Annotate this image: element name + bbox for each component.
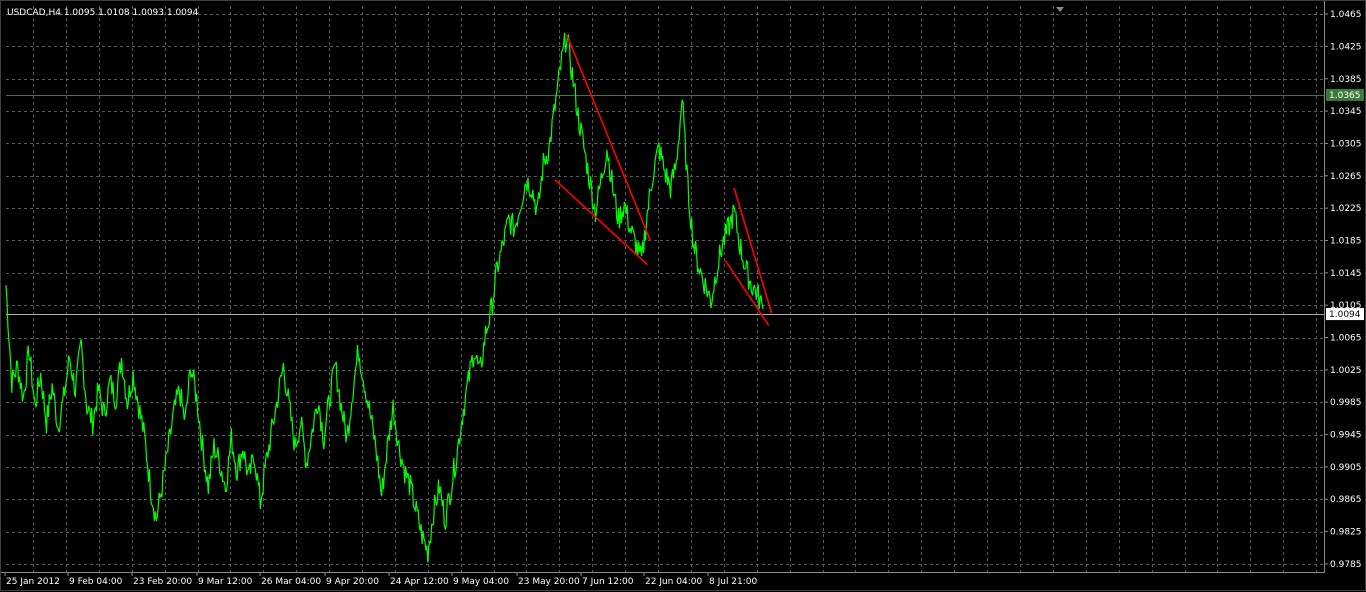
trendline-0[interactable]: [565, 33, 652, 241]
time-tick-label: 25 Jan 2012: [6, 577, 60, 587]
horizontal-lines: [6, 95, 1325, 315]
time-tick-label: 9 May 04:00: [453, 577, 509, 587]
price-tick-label: 0.9905: [1330, 463, 1362, 473]
price-chart[interactable]: 1.0465 1.0425 1.0385 1.0345 1.0305 1.0265 1.02…: [1, 1, 1366, 592]
chart-grid: [6, 6, 1323, 572]
price-axis[interactable]: 1.0465 1.0425 1.0385 1.0345 1.0305 1.0265 1.02…: [1324, 1, 1362, 572]
price-tick-label: 0.9865: [1330, 495, 1362, 505]
price-tick-label: 0.9825: [1330, 528, 1362, 538]
price-tick-label: 1.0225: [1330, 204, 1362, 214]
time-tick-label: 26 Mar 04:00: [261, 577, 321, 587]
time-tick-label: 22 Jun 04:00: [645, 577, 702, 587]
time-tick-label: 23 May 20:00: [518, 577, 580, 587]
chart-shift-marker-icon[interactable]: [1056, 7, 1064, 12]
trendlines: [554, 33, 773, 326]
trendline-1[interactable]: [554, 179, 648, 266]
price-tick-label: 1.0465: [1330, 10, 1362, 20]
price-tick-label: 1.0385: [1330, 75, 1362, 85]
price-tick-label: 1.0425: [1330, 42, 1362, 52]
time-tick-label: 9 Mar 12:00: [198, 577, 253, 587]
time-tick-label: 7 Jun 12:00: [582, 577, 634, 587]
price-tick-label: 1.0305: [1330, 139, 1362, 149]
price-tick-label: 1.0025: [1330, 366, 1362, 376]
price-tick-label: 0.9785: [1330, 560, 1362, 570]
level-price-tag-label: 1.0365: [1329, 91, 1361, 101]
price-tick-label: 0.9945: [1330, 431, 1362, 441]
time-tick-label: 24 Apr 12:00: [390, 577, 449, 587]
price-tick-label: 1.0145: [1330, 269, 1362, 279]
time-tick-label: 9 Apr 20:00: [326, 577, 379, 587]
time-tick-label: 23 Feb 20:00: [133, 577, 192, 587]
price-line: [5, 32, 764, 563]
chart-window[interactable]: 1.0465 1.0425 1.0385 1.0345 1.0305 1.0265 1.02…: [0, 0, 1366, 591]
trendline-3[interactable]: [724, 260, 770, 326]
price-tick-label: 1.0065: [1330, 334, 1362, 344]
bid-price-tag-label: 1.0094: [1329, 310, 1361, 320]
price-series: [5, 32, 764, 563]
time-axis[interactable]: 25 Jan 2012 9 Feb 04:00 23 Feb 20:00 9 Mar …: [1, 572, 1325, 587]
price-tick-label: 0.9985: [1330, 398, 1362, 408]
price-tick-label: 1.0185: [1330, 236, 1362, 246]
price-tick-label: 1.0345: [1330, 107, 1362, 117]
price-tick-label: 1.0265: [1330, 172, 1362, 182]
time-tick-label: 8 Jul 21:00: [709, 577, 758, 587]
time-tick-label: 9 Feb 04:00: [69, 577, 123, 587]
symbol-title: USDCAD,H4 1.0095 1.0108 1.0093 1.0094: [7, 8, 199, 18]
